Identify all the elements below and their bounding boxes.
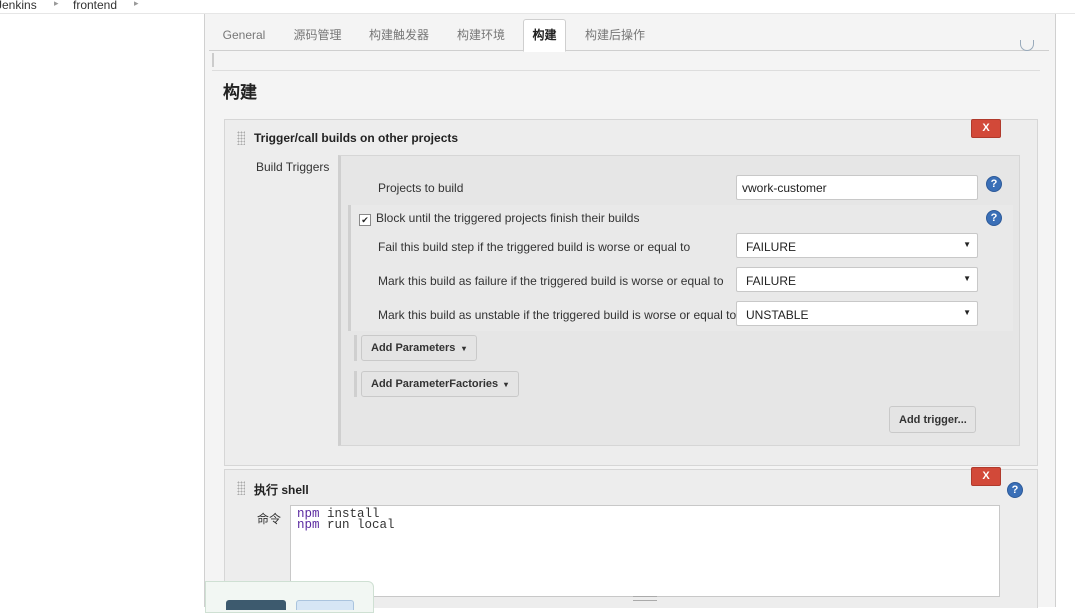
unstable-threshold-label: Mark this build as unstable if the trigg… bbox=[378, 308, 737, 322]
unstable-threshold-value: UNSTABLE bbox=[746, 308, 809, 322]
section-divider bbox=[212, 70, 1040, 71]
save-button[interactable] bbox=[226, 600, 286, 610]
projects-to-build-input[interactable] bbox=[736, 175, 978, 200]
command-textarea[interactable] bbox=[290, 505, 1000, 597]
delete-step-button[interactable]: X bbox=[971, 467, 1001, 486]
breadcrumb-separator: ▸ bbox=[54, 0, 59, 8]
tab-general[interactable]: General bbox=[217, 21, 271, 49]
tab-bar: General 源码管理 构建触发器 构建环境 构建 构建后操作 bbox=[209, 17, 1049, 52]
fail-threshold-label: Fail this build step if the triggered bu… bbox=[378, 240, 691, 254]
projects-help-icon[interactable]: ? bbox=[986, 176, 1002, 192]
caret-down-icon: ▾ bbox=[462, 344, 467, 353]
add-parameters-label: Add Parameters bbox=[371, 342, 456, 354]
add-trigger-label: Add trigger... bbox=[899, 414, 967, 426]
failure-threshold-select[interactable]: FAILURE ▼ bbox=[736, 267, 978, 292]
drag-handle-icon[interactable] bbox=[237, 481, 245, 495]
breadcrumb-frontend[interactable]: frontend bbox=[73, 0, 117, 12]
chevron-down-icon: ▼ bbox=[963, 308, 971, 317]
breadcrumb-jenkins[interactable]: Jenkins bbox=[0, 0, 37, 12]
add-trigger-button[interactable]: Add trigger... bbox=[889, 406, 976, 433]
tab-build-environment[interactable]: 构建环境 bbox=[453, 21, 509, 49]
block-until-checkbox[interactable]: ✔ bbox=[359, 214, 371, 226]
block-until-section: ✔ Block until the triggered projects fin… bbox=[348, 205, 1013, 331]
chevron-down-icon: ▼ bbox=[963, 274, 971, 283]
block-until-label: Block until the triggered projects finis… bbox=[376, 211, 640, 225]
add-parameters-button[interactable]: Add Parameters ▾ bbox=[361, 335, 477, 361]
chevron-down-icon: ▼ bbox=[963, 240, 971, 249]
caret-down-icon: ▾ bbox=[504, 380, 509, 389]
resize-handle[interactable] bbox=[633, 596, 657, 601]
fail-threshold-select[interactable]: FAILURE ▼ bbox=[736, 233, 978, 258]
section-title: 构建 bbox=[223, 83, 257, 102]
parameter-factories-rail bbox=[354, 371, 357, 397]
command-label: 命令 bbox=[257, 512, 282, 526]
step-title: 执行 shell bbox=[254, 483, 309, 497]
tab-build[interactable]: 构建 bbox=[523, 19, 566, 52]
breadcrumb-separator: ▸ bbox=[134, 0, 139, 8]
delete-step-button[interactable]: X bbox=[971, 119, 1001, 138]
build-triggers-container: Projects to build ? ✔ Block until the tr… bbox=[338, 155, 1020, 446]
tab-build-triggers[interactable]: 构建触发器 bbox=[365, 21, 433, 49]
block-help-icon[interactable]: ? bbox=[986, 210, 1002, 226]
scroll-marker bbox=[212, 53, 214, 67]
apply-button[interactable] bbox=[296, 600, 354, 610]
build-triggers-label: Build Triggers bbox=[256, 160, 330, 174]
failure-threshold-label: Mark this build as failure if the trigge… bbox=[378, 274, 724, 288]
tab-source-management[interactable]: 源码管理 bbox=[289, 21, 346, 49]
projects-to-build-label: Projects to build bbox=[378, 181, 464, 195]
add-parameter-factories-button[interactable]: Add ParameterFactories ▾ bbox=[361, 371, 519, 397]
failure-threshold-value: FAILURE bbox=[746, 274, 797, 288]
tab-post-build-actions[interactable]: 构建后操作 bbox=[582, 21, 648, 49]
unstable-threshold-select[interactable]: UNSTABLE ▼ bbox=[736, 301, 978, 326]
step-title: Trigger/call builds on other projects bbox=[254, 131, 459, 145]
fail-threshold-value: FAILURE bbox=[746, 240, 797, 254]
breadcrumb: Jenkins ▸ frontend ▸ bbox=[0, 0, 1075, 14]
drag-handle-icon[interactable] bbox=[237, 131, 245, 145]
add-parameter-factories-label: Add ParameterFactories bbox=[371, 378, 499, 390]
trigger-builds-step: Trigger/call builds on other projects X … bbox=[224, 119, 1038, 466]
shell-help-icon[interactable]: ? bbox=[1007, 482, 1023, 498]
parameters-rail bbox=[354, 335, 357, 361]
